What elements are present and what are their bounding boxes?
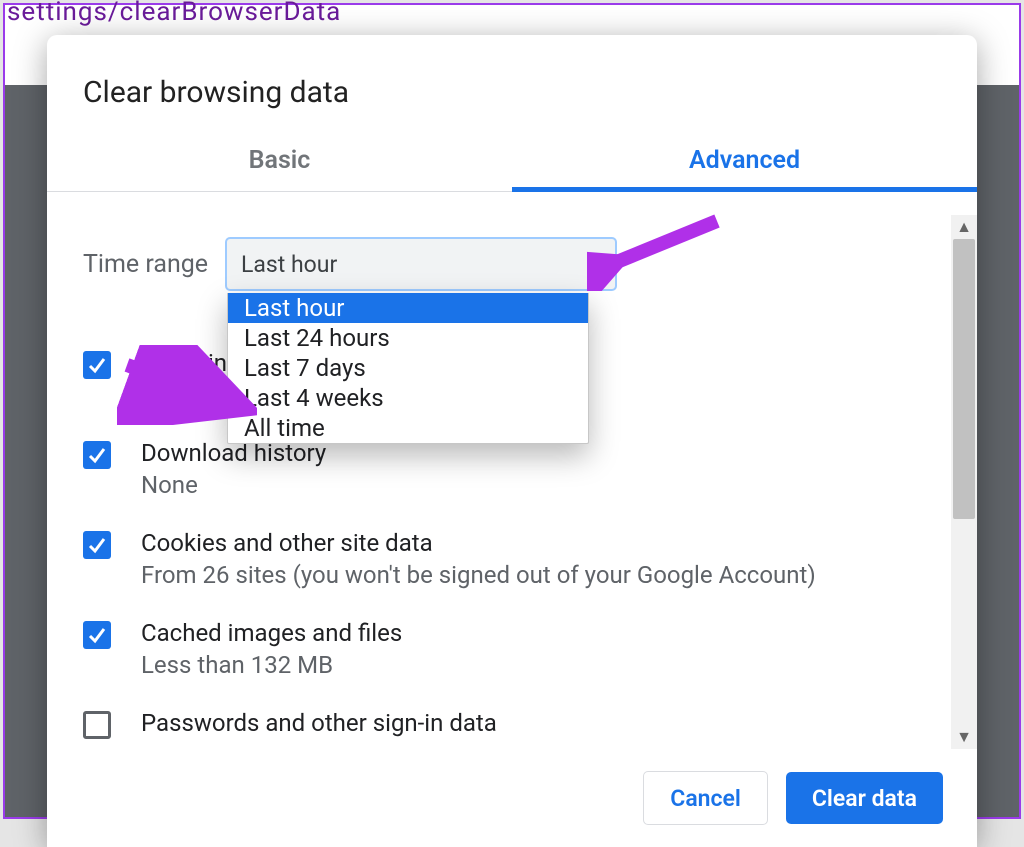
checkbox-passwords[interactable] — [83, 711, 111, 739]
time-range-row: Time range Last hour Last hour Last 24 h… — [83, 237, 915, 291]
check-icon — [87, 625, 107, 645]
clear-browsing-data-dialog: Clear browsing data Basic Advanced Time … — [47, 35, 977, 847]
item-desc: From 26 sites (you won't be signed out o… — [141, 561, 816, 589]
option-last-24h[interactable]: Last 24 hours — [228, 323, 588, 353]
scrollbar[interactable]: ▲ ▼ — [951, 215, 977, 749]
item-title: Cached images and files — [141, 619, 402, 647]
chevron-down-icon — [587, 260, 601, 268]
option-all-time[interactable]: All time — [228, 413, 588, 443]
cancel-button[interactable]: Cancel — [643, 771, 768, 825]
dialog-footer: Cancel Clear data — [47, 749, 977, 847]
option-last-hour[interactable]: Last hour — [228, 293, 588, 323]
clear-data-button[interactable]: Clear data — [786, 772, 943, 824]
url-fragment: settings/clearBrowserData — [7, 0, 341, 27]
check-icon — [87, 445, 107, 465]
dialog-tabs: Basic Advanced — [47, 138, 977, 192]
scroll-down-icon[interactable]: ▼ — [951, 725, 977, 749]
checkbox-cached[interactable] — [83, 621, 111, 649]
scroll-thumb[interactable] — [953, 239, 975, 519]
check-icon — [87, 535, 107, 555]
dialog-scroll-region: Time range Last hour Last hour Last 24 h… — [47, 215, 951, 749]
item-cookies: Cookies and other site data From 26 site… — [83, 529, 915, 589]
item-desc: None — [141, 471, 326, 499]
page-bg-left — [5, 5, 49, 817]
tab-advanced[interactable]: Advanced — [512, 138, 977, 191]
dialog-title: Clear browsing data — [47, 35, 977, 138]
checkbox-browsing-history[interactable] — [83, 351, 111, 379]
scroll-up-icon[interactable]: ▲ — [951, 215, 977, 239]
time-range-select[interactable]: Last hour Last hour Last 24 hours Last 7… — [225, 237, 617, 291]
item-cached: Cached images and files Less than 132 MB — [83, 619, 915, 679]
item-desc: Less than 132 MB — [141, 651, 402, 679]
check-icon — [87, 355, 107, 375]
dialog-body: Time range Last hour Last hour Last 24 h… — [47, 215, 977, 749]
checkbox-download-history[interactable] — [83, 441, 111, 469]
option-last-4-weeks[interactable]: Last 4 weeks — [228, 383, 588, 413]
item-title: Passwords and other sign-in data — [141, 709, 497, 737]
time-range-value: Last hour — [241, 251, 337, 278]
tab-basic[interactable]: Basic — [47, 138, 512, 191]
item-title: Cookies and other site data — [141, 529, 816, 557]
checkbox-cookies[interactable] — [83, 531, 111, 559]
item-passwords: Passwords and other sign-in data — [83, 709, 915, 739]
time-range-dropdown: Last hour Last 24 hours Last 7 days Last… — [227, 293, 589, 444]
page-bg-right — [975, 5, 1019, 817]
item-download-history: Download history None — [83, 439, 915, 499]
option-last-7-days[interactable]: Last 7 days — [228, 353, 588, 383]
time-range-label: Time range — [83, 250, 225, 279]
screenshot-frame: settings/clearBrowserData Clear browsing… — [3, 3, 1021, 819]
